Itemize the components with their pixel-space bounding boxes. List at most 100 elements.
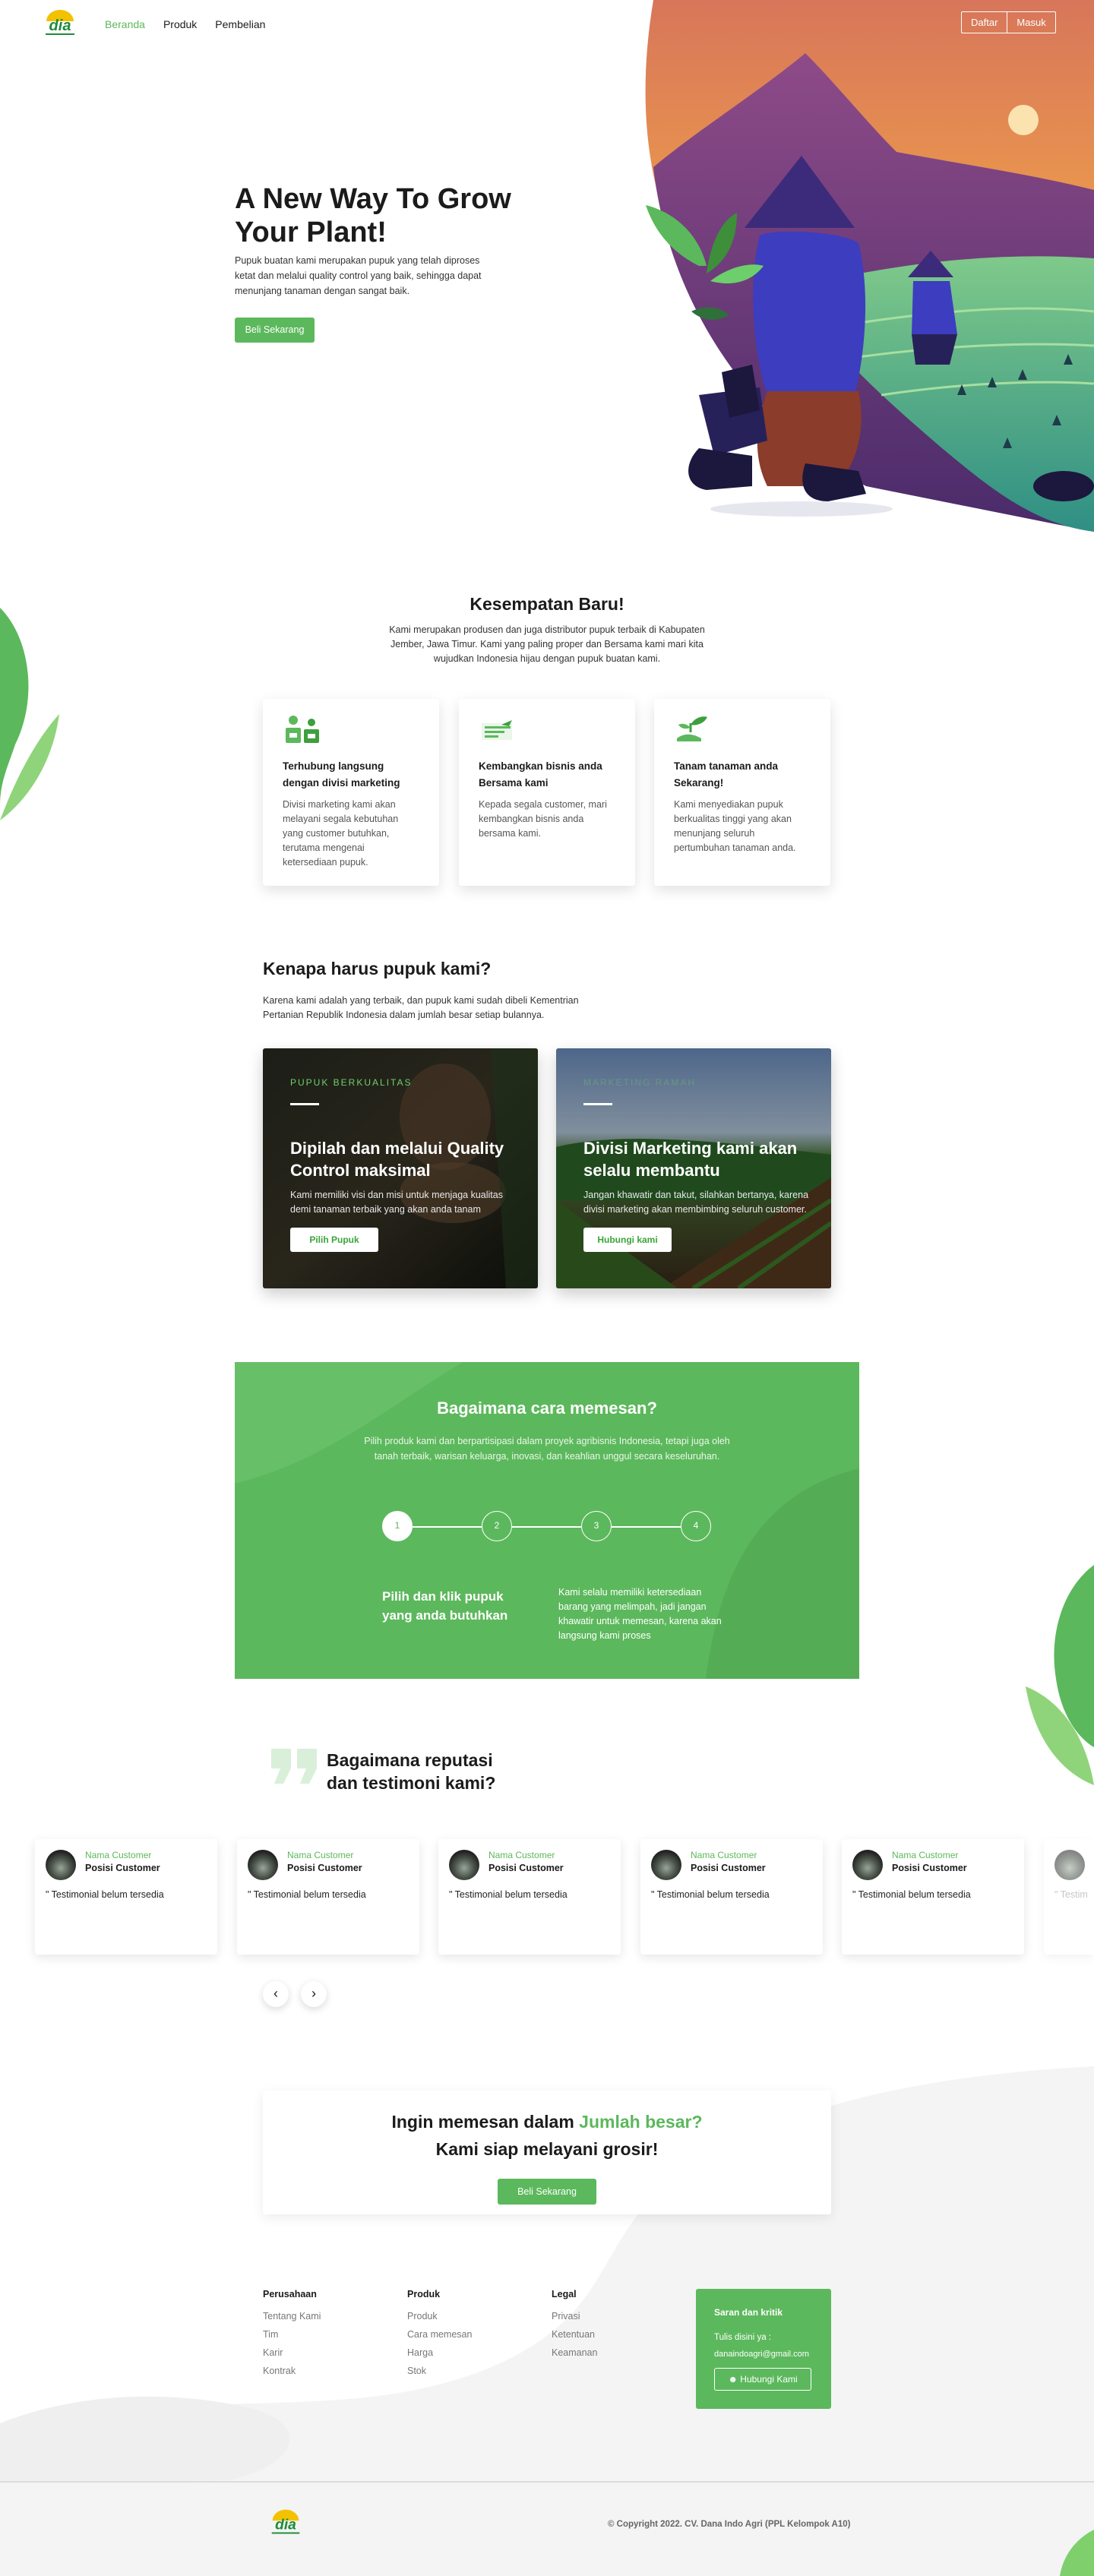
feature-card: Kembangkan bisnis anda Bersama kami Kepa… [459,699,635,886]
testimonial-card: " Testim [1044,1839,1094,1955]
nav-link-beranda[interactable]: Beranda [105,18,145,30]
carousel-next-button[interactable]: › [301,1981,327,2007]
feature-card: Tanam tanaman anda Sekarang! Kami menyed… [654,699,830,886]
testimonial-card: Nama Customer Posisi Customer " Testimon… [842,1839,1024,1955]
opportunity-description: Kami merupakan produsen dan juga distrib… [389,624,705,664]
quote-icon [271,1749,317,1784]
customer-position: Posisi Customer [489,1863,564,1873]
avatar [248,1850,278,1880]
customer-name: Nama Customer [85,1850,152,1860]
step-connector [512,1526,581,1528]
avatar [46,1850,76,1880]
testimonial-card: Nama Customer Posisi Customer " Testimon… [640,1839,823,1955]
login-button[interactable]: Masuk [1007,12,1054,33]
testimonial-text: " Testim [1054,1889,1088,1900]
hero-illustration [645,0,1094,532]
contact-button-label: Hubungi Kami [740,2374,798,2385]
card-title: Divisi Marketing kami akan selalu memban… [583,1139,798,1180]
feature-card-text: Kepada segala customer, mari kembangkan … [479,799,607,839]
customer-name: Nama Customer [489,1850,555,1860]
step-description: Kami selalu memiliki ketersediaan barang… [558,1587,722,1641]
footer-logo[interactable]: dia [266,2507,305,2537]
choose-fertilizer-button[interactable]: Pilih Pupuk [290,1228,378,1252]
avatar [852,1850,883,1880]
wholesale-subheading: Kami siap melayani grosir! [435,2139,659,2159]
step-title: Pilih dan klik pupuk yang anda butuhkan [382,1589,508,1623]
step-1[interactable]: 1 [382,1511,413,1541]
feature-card-text: Kami menyediakan pupuk berkualitas tingg… [674,799,796,853]
avatar [449,1850,479,1880]
hero-description: Pupuk buatan kami merupakan pupuk yang t… [235,255,482,296]
customer-name: Nama Customer [892,1850,959,1860]
nav-link-produk[interactable]: Produk [163,18,197,30]
brand-logo[interactable]: dia [40,8,81,38]
footer-link[interactable]: Kontrak [263,2362,321,2380]
hero-title: A New Way To Grow Your Plant! [235,183,511,248]
svg-text:dia: dia [49,17,71,34]
top-navigation: dia Beranda Produk Pembelian Daftar Masu… [0,0,1094,47]
farmer-icon [286,716,319,743]
footer-link[interactable]: Produk [407,2307,472,2325]
testimonial-text: " Testimonial belum tersedia [46,1889,164,1900]
card-title: Dipilah dan melalui Quality Control maks… [290,1139,504,1180]
customer-position: Posisi Customer [287,1863,362,1873]
wholesale-highlight: Jumlah besar? [579,2112,703,2132]
step-2[interactable]: 2 [482,1511,512,1541]
avatar [651,1850,681,1880]
contact-button[interactable]: ☻ Hubungi Kami [714,2368,811,2391]
how-description: Pilih produk kami dan berpartisipasi dal… [364,1436,730,1462]
footer-link[interactable]: Keamanan [552,2344,597,2362]
customer-name: Nama Customer [287,1850,354,1860]
carousel-prev-button[interactable]: ‹ [263,1981,289,2007]
testimonials-title: Bagaimana reputasi dan testimoni kami? [327,1750,496,1793]
step-3[interactable]: 3 [581,1511,612,1541]
footer-link[interactable]: Tim [263,2325,321,2344]
footer-link[interactable]: Privasi [552,2307,597,2325]
how-to-order-section: Bagaimana cara memesan? Pilih produk kam… [235,1362,859,1679]
why-title: Kenapa harus pupuk kami? [263,959,492,978]
card-text: Kami memiliki visi dan misi untuk menjag… [290,1190,503,1215]
feedback-email[interactable]: danaindoagri@gmail.com [714,2350,809,2359]
footer-link[interactable]: Harga [407,2344,472,2362]
testimonial-text: " Testimonial belum tersedia [651,1889,770,1900]
wholesale-cta: Ingin memesan dalam Jumlah besar? Kami s… [263,2091,831,2214]
footer-link[interactable]: Karir [263,2344,321,2362]
footer-link[interactable]: Stok [407,2362,472,2380]
feature-card-title: Terhubung langsung dengan divisi marketi… [283,760,400,789]
customer-position: Posisi Customer [85,1863,160,1873]
why-description: Karena kami adalah yang terbaik, dan pup… [263,995,579,1020]
step-4[interactable]: 4 [681,1511,711,1541]
hero-buy-button[interactable]: Beli Sekarang [235,318,315,343]
feature-card: Terhubung langsung dengan divisi marketi… [263,699,439,886]
feedback-subtitle: Tulis disini ya : [714,2333,771,2342]
customer-name: Nama Customer [691,1850,757,1860]
customer-position: Posisi Customer [691,1863,766,1873]
nav-links: Beranda Produk Pembelian [105,18,265,30]
step-connector [612,1526,681,1528]
footer-link[interactable]: Tentang Kami [263,2307,321,2325]
footer-link[interactable]: Ketentuan [552,2325,597,2344]
card-text: Jangan khawatir dan takut, silahkan bert… [583,1190,809,1215]
testimonial-card: Nama Customer Posisi Customer " Testimon… [237,1839,419,1955]
footer-link[interactable]: Cara memesan [407,2325,472,2344]
customer-position: Posisi Customer [892,1863,967,1873]
testimonial-text: " Testimonial belum tersedia [248,1889,366,1900]
how-title: Bagaimana cara memesan? [437,1399,657,1418]
contact-us-button[interactable]: Hubungi kami [583,1228,672,1252]
nav-link-pembelian[interactable]: Pembelian [215,18,265,30]
auth-buttons: Daftar Masuk [961,11,1056,33]
divider [583,1103,612,1105]
card-kicker: PUPUK BERKUALITAS [290,1077,413,1088]
marketing-card: MARKETING RAMAH Divisi Marketing kami ak… [556,1048,831,1288]
divider [290,1103,319,1105]
feature-card-title: Tanam tanaman anda Sekarang! [674,760,779,789]
feature-card-title: Kembangkan bisnis anda Bersama kami [479,760,602,789]
testimonial-card: Nama Customer Posisi Customer " Testimon… [35,1839,217,1955]
copyright: © Copyright 2022. CV. Dana Indo Agri (PP… [608,2520,851,2529]
feedback-box: Saran dan kritik Tulis disini ya : danai… [696,2289,831,2409]
register-button[interactable]: Daftar [962,12,1008,33]
footer-heading: Legal [552,2289,577,2299]
wholesale-buy-button[interactable]: Beli Sekarang [498,2179,596,2205]
footer-heading: Produk [407,2289,441,2299]
footer-column-company: Perusahaan Tentang Kami Tim Karir Kontra… [263,2289,321,2380]
